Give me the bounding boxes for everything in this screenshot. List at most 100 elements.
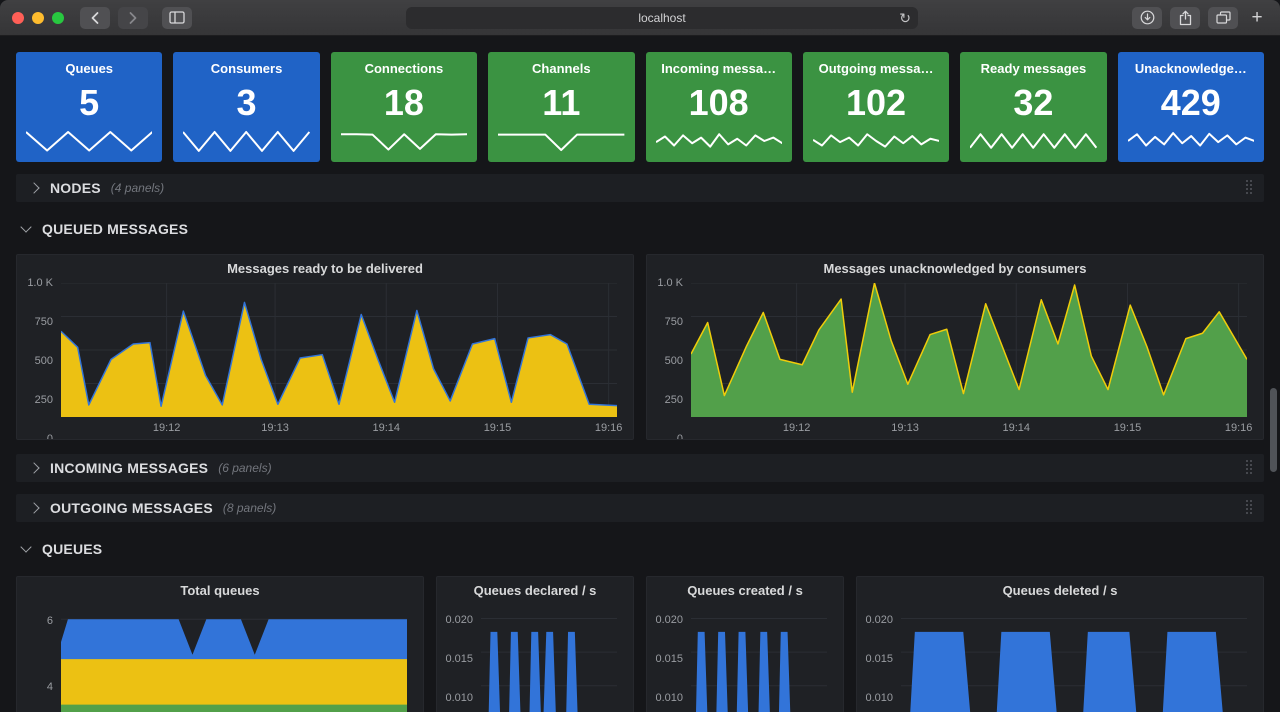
panel-messages-unacknowledged: Messages unacknowledged by consumers 1.0…: [646, 254, 1264, 440]
panel-queues-deleted: Queues deleted / s 0.0200.0150.0100.005: [856, 576, 1264, 712]
address-bar[interactable]: localhost ↻: [406, 7, 918, 29]
queues-deleted-chart[interactable]: [901, 605, 1247, 712]
stat-value: 18: [331, 78, 477, 128]
queues-declared-chart[interactable]: [481, 605, 617, 712]
row-drag-handle[interactable]: [1246, 500, 1254, 516]
y-axis-labels: 1.0 K7505002500: [647, 283, 691, 439]
stat-panel-unacknowledged-messages[interactable]: Unacknowledge… 429: [1118, 52, 1264, 162]
sparkline: [26, 128, 152, 154]
row-header-queues[interactable]: QUEUES: [16, 538, 1264, 560]
sparkline: [970, 128, 1096, 154]
row-title[interactable]: NODES: [50, 180, 101, 196]
share-button[interactable]: [1170, 7, 1200, 29]
x-axis-labels: 19:1219:1319:1419:1519:16: [691, 417, 1247, 439]
queues-panels: Total queues 642 Queues declared / s 0.0…: [16, 576, 1264, 712]
sidebar-icon: [169, 11, 185, 24]
panel-queues-created: Queues created / s 0.0200.0150.0100.005: [646, 576, 844, 712]
row-panel-count: (4 panels): [111, 181, 164, 195]
sparkline: [341, 128, 467, 154]
messages-unacknowledged-chart[interactable]: [691, 283, 1247, 417]
chevron-right-icon[interactable]: [28, 182, 39, 193]
stat-value: 32: [960, 78, 1106, 128]
panel-title[interactable]: Messages ready to be delivered: [17, 255, 633, 283]
row-header-queued-messages[interactable]: QUEUED MESSAGES: [16, 218, 1264, 240]
stat-title: Incoming messa…: [646, 61, 792, 76]
chevron-down-icon[interactable]: [20, 221, 31, 232]
panel-title[interactable]: Total queues: [17, 577, 423, 605]
panel-title[interactable]: Queues declared / s: [437, 577, 633, 605]
stat-value: 108: [646, 78, 792, 128]
stat-value: 102: [803, 78, 949, 128]
queues-created-chart[interactable]: [691, 605, 827, 712]
sparkline: [183, 128, 309, 154]
queued-messages-panels: Messages ready to be delivered 1.0 K7505…: [16, 254, 1264, 440]
row-title[interactable]: QUEUED MESSAGES: [42, 221, 188, 237]
total-queues-chart[interactable]: [61, 605, 407, 712]
stat-panel-ready-messages[interactable]: Ready messages 32: [960, 52, 1106, 162]
stat-title: Outgoing messa…: [803, 61, 949, 76]
chevron-right-icon: [128, 11, 138, 25]
chevron-right-icon[interactable]: [28, 502, 39, 513]
row-title[interactable]: INCOMING MESSAGES: [50, 460, 208, 476]
stat-value: 3: [173, 78, 319, 128]
stat-value: 429: [1118, 78, 1264, 128]
stat-title: Queues: [16, 61, 162, 76]
panel-title[interactable]: Messages unacknowledged by consumers: [647, 255, 1263, 283]
row-header-nodes[interactable]: NODES (4 panels): [16, 174, 1264, 202]
stat-panel-channels[interactable]: Channels 11: [488, 52, 634, 162]
back-button[interactable]: [80, 7, 110, 29]
scrollbar-thumb[interactable]: [1270, 388, 1277, 472]
panel-title[interactable]: Queues created / s: [647, 577, 843, 605]
stat-title: Connections: [331, 61, 477, 76]
stat-value: 11: [488, 78, 634, 128]
stat-title: Channels: [488, 61, 634, 76]
y-axis-labels: 0.0200.0150.0100.005: [437, 605, 481, 712]
url-text: localhost: [638, 11, 685, 25]
fullscreen-window-button[interactable]: [52, 12, 64, 24]
stat-panel-consumers[interactable]: Consumers 3: [173, 52, 319, 162]
tab-overview-button[interactable]: [1208, 7, 1238, 29]
reload-icon[interactable]: ↻: [899, 9, 911, 27]
minimize-window-button[interactable]: [32, 12, 44, 24]
panel-total-queues: Total queues 642: [16, 576, 424, 712]
stat-title: Consumers: [173, 61, 319, 76]
chevron-left-icon: [90, 11, 100, 25]
sidebar-toggle-button[interactable]: [162, 7, 192, 29]
panel-title[interactable]: Queues deleted / s: [857, 577, 1263, 605]
stat-title: Ready messages: [960, 61, 1106, 76]
row-title[interactable]: QUEUES: [42, 541, 102, 557]
y-axis-labels: 0.0200.0150.0100.005: [647, 605, 691, 712]
chevron-down-icon[interactable]: [20, 541, 31, 552]
panel-queues-declared: Queues declared / s 0.0200.0150.0100.005: [436, 576, 634, 712]
row-title[interactable]: OUTGOING MESSAGES: [50, 500, 213, 516]
browser-window: localhost ↻ +: [0, 0, 1280, 712]
y-axis-labels: 0.0200.0150.0100.005: [857, 605, 901, 712]
forward-button[interactable]: [118, 7, 148, 29]
close-window-button[interactable]: [12, 12, 24, 24]
new-tab-button[interactable]: +: [1246, 7, 1268, 29]
downloads-button[interactable]: [1132, 7, 1162, 29]
stat-panel-incoming-messages[interactable]: Incoming messa… 108: [646, 52, 792, 162]
row-panel-count: (8 panels): [223, 501, 276, 515]
download-icon: [1140, 10, 1155, 25]
stat-panel-connections[interactable]: Connections 18: [331, 52, 477, 162]
stat-panel-queues[interactable]: Queues 5: [16, 52, 162, 162]
messages-ready-chart[interactable]: [61, 283, 617, 417]
stat-panel-outgoing-messages[interactable]: Outgoing messa… 102: [803, 52, 949, 162]
row-header-incoming-messages[interactable]: INCOMING MESSAGES (6 panels): [16, 454, 1264, 482]
row-header-outgoing-messages[interactable]: OUTGOING MESSAGES (8 panels): [16, 494, 1264, 522]
sparkline: [656, 128, 782, 154]
y-axis-labels: 1.0 K7505002500: [17, 283, 61, 439]
browser-toolbar: localhost ↻ +: [0, 0, 1280, 36]
window-controls: [12, 12, 64, 24]
x-axis-labels: 19:1219:1319:1419:1519:16: [61, 417, 617, 439]
chevron-right-icon[interactable]: [28, 462, 39, 473]
stat-title: Unacknowledge…: [1118, 61, 1264, 76]
row-drag-handle[interactable]: [1246, 460, 1254, 476]
tabs-icon: [1216, 11, 1231, 24]
sparkline: [498, 128, 624, 154]
row-drag-handle[interactable]: [1246, 180, 1254, 196]
y-axis-labels: 642: [17, 605, 61, 712]
share-icon: [1179, 10, 1192, 26]
sparkline: [1128, 128, 1254, 154]
